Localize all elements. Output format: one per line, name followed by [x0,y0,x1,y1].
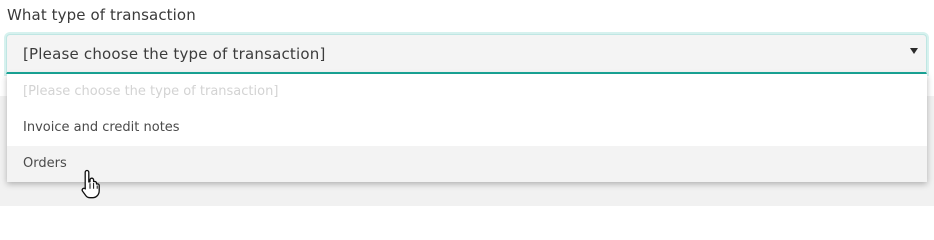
option-invoice-and-credit-notes[interactable]: Invoice and credit notes [7,110,927,146]
dropdown-menu: [Please choose the type of transaction] … [7,74,927,182]
transaction-type-label: What type of transaction [7,6,196,24]
select-value: [Please choose the type of transaction] [23,45,326,63]
chevron-down-icon [910,48,918,54]
transaction-type-select[interactable]: [Please choose the type of transaction] [6,34,927,74]
option-placeholder: [Please choose the type of transaction] [23,84,279,99]
option-orders[interactable]: Orders [7,146,927,182]
page: What type of transaction [Please choose … [0,0,934,206]
